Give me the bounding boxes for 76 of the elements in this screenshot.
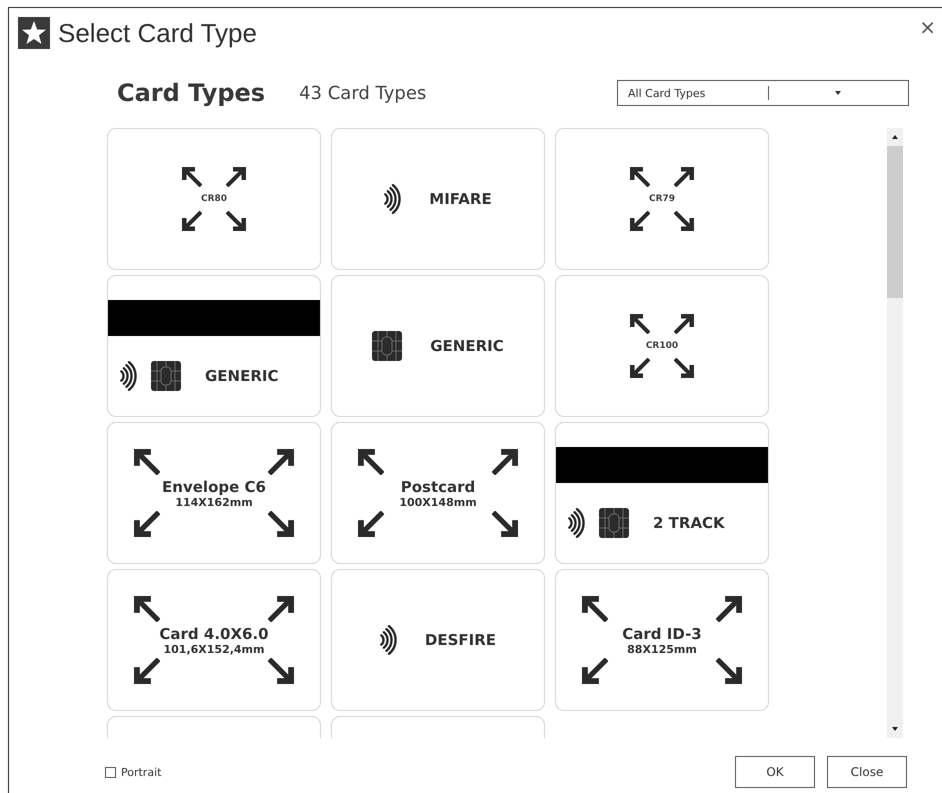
corner-arrow-icon	[226, 167, 246, 187]
card-tile[interactable]: DESFIRE	[331, 569, 545, 711]
chip-icon	[151, 361, 181, 391]
contactless-icon	[384, 184, 402, 214]
card-tile[interactable]: Card 4.0X6.0 101,6X152,4mm	[107, 569, 321, 711]
contactless-icon	[120, 361, 137, 391]
corner-arrow-icon	[268, 511, 294, 537]
card-format-label: CR79	[648, 194, 676, 204]
corner-arrow-icon	[492, 449, 518, 475]
corner-arrow-icon	[674, 167, 694, 187]
contactless-icon	[380, 625, 397, 655]
corner-arrow-icon	[492, 511, 518, 537]
scrollbar-thumb[interactable]	[887, 146, 903, 298]
corner-arrow-icon	[674, 211, 694, 231]
corner-arrow-icon	[358, 511, 384, 537]
card-tile[interactable]: Card ID-3 88X125mm	[555, 569, 769, 711]
card-name: Card 4.0X6.0	[159, 624, 269, 642]
scrollbar[interactable]	[887, 128, 903, 738]
dropdown-caret-icon	[835, 91, 842, 95]
card-name: Card ID-3	[622, 624, 702, 642]
contactless-icon	[568, 508, 585, 538]
card-dimensions: 101,6X152,4mm	[163, 642, 264, 656]
filter-dropdown[interactable]: All Card Types	[617, 80, 909, 106]
corner-arrow-icon	[674, 314, 694, 334]
corner-arrow-icon	[134, 658, 160, 684]
corner-arrow-icon	[630, 314, 650, 334]
corner-arrow-icon	[268, 596, 294, 622]
card-name: Envelope C6	[162, 478, 266, 496]
card-name: 2 TRACK	[653, 514, 725, 532]
card-tile[interactable]: CR80	[107, 128, 321, 270]
card-tile[interactable]: MIFARE	[331, 128, 545, 270]
corner-arrow-icon	[268, 658, 294, 684]
portrait-checkbox[interactable]: Portrait	[105, 766, 723, 778]
close-button[interactable]: ×	[913, 15, 942, 39]
card-tile[interactable]: GENERIC	[331, 275, 545, 417]
card-name: MIFARE	[429, 190, 492, 208]
card-dimensions: 100X148mm	[399, 496, 477, 508]
corner-arrow-icon	[716, 658, 742, 684]
corner-arrow-icon	[582, 658, 608, 684]
corner-arrow-icon	[134, 449, 160, 475]
corner-arrow-icon	[630, 358, 650, 378]
corner-arrow-icon	[134, 511, 160, 537]
card-tile[interactable]: Envelope C6 114X162mm	[107, 422, 321, 564]
card-tile[interactable]: 2 TRACK	[555, 422, 769, 564]
corner-arrow-icon	[674, 358, 694, 378]
scroll-down-icon[interactable]	[892, 727, 898, 731]
dialog-button[interactable]: Close	[827, 756, 907, 788]
chip-icon	[372, 331, 402, 361]
card-tile[interactable]: CR100	[555, 275, 769, 417]
card-dimensions: 88X125mm	[627, 642, 697, 656]
dialog-button[interactable]: OK	[735, 756, 815, 788]
card-dimensions: 114X162mm	[175, 496, 253, 508]
scroll-up-icon[interactable]	[892, 135, 898, 139]
section-title: Card Types	[117, 79, 266, 107]
card-name: GENERIC	[205, 367, 278, 385]
corner-arrow-icon	[226, 211, 246, 231]
card-format-label: CR100	[646, 341, 678, 351]
card-name: GENERIC	[430, 337, 504, 355]
corner-arrow-icon	[358, 449, 384, 475]
corner-arrow-icon	[182, 167, 202, 187]
card-format-label: CR80	[200, 194, 228, 204]
corner-arrow-icon	[630, 167, 650, 187]
card-tile[interactable]: Postcard 100X148mm	[331, 422, 545, 564]
card-tile[interactable]: GENERIC	[107, 275, 321, 417]
corner-arrow-icon	[134, 596, 160, 622]
corner-arrow-icon	[630, 211, 650, 231]
corner-arrow-icon	[582, 596, 608, 622]
card-name: Postcard	[400, 478, 476, 496]
card-name: DESFIRE	[424, 631, 496, 649]
corner-arrow-icon	[716, 596, 742, 622]
chip-icon	[599, 508, 629, 538]
card-type-count: 43 Card Types	[299, 82, 428, 104]
card-tile[interactable]: CR79	[555, 128, 769, 270]
corner-arrow-icon	[268, 449, 294, 475]
corner-arrow-icon	[182, 211, 202, 231]
window-title: Select Card Type	[58, 18, 258, 48]
